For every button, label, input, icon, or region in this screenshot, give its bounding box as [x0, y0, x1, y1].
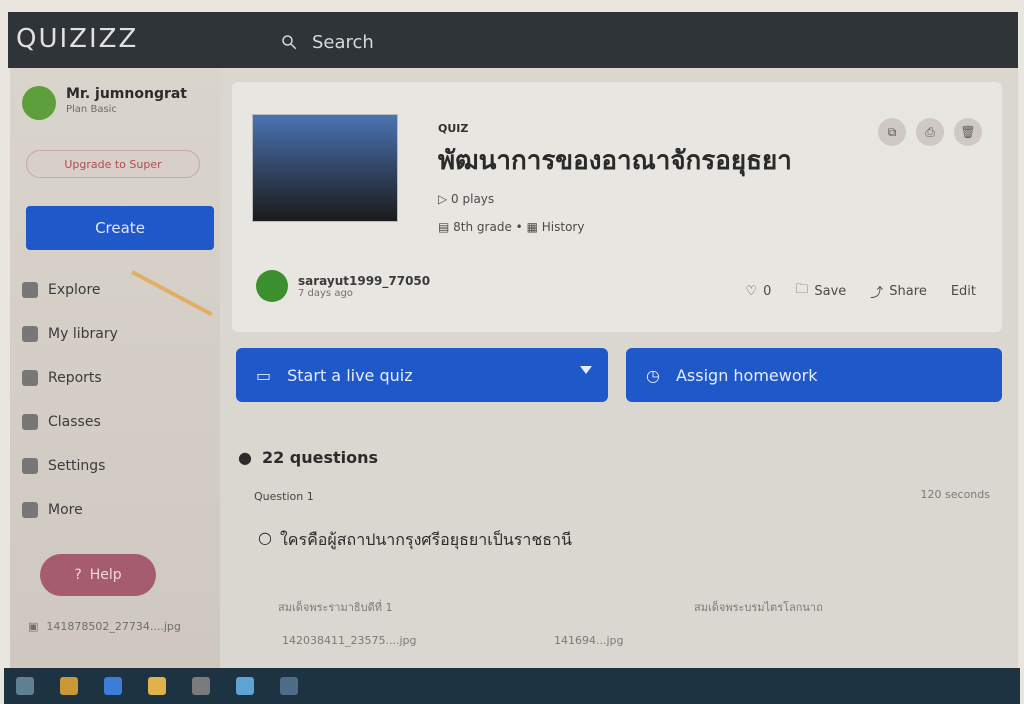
question-text: ○ ใครคือผู้สถาปนากรุงศรีอยุธยาเป็นราชธาน…	[258, 528, 572, 553]
save-button[interactable]: 🗀 Save	[795, 280, 846, 302]
like-button[interactable]: ♡ 0	[745, 284, 771, 299]
sidebar-item-label: Reports	[48, 370, 102, 386]
profile[interactable]: Mr. jumnongrat Plan Basic	[22, 86, 187, 120]
top-bar: QUIZIZZ Search	[8, 12, 1018, 68]
duplicate-icon[interactable]: ⧉	[878, 118, 906, 146]
compass-icon	[22, 282, 38, 298]
question-icon: ○	[258, 528, 272, 547]
sidebar-item-reports[interactable]: Reports	[22, 356, 118, 400]
grade-text: 8th grade	[453, 220, 512, 234]
folder-icon[interactable]	[148, 677, 166, 695]
share-button[interactable]: ⤴ Share	[870, 282, 927, 301]
author-name: sarayut1999_77050	[298, 273, 431, 288]
sidebar-item-classes[interactable]: Classes	[22, 400, 118, 444]
sidebar: Mr. jumnongrat Plan Basic Upgrade to Sup…	[10, 68, 220, 668]
print-icon[interactable]: ⎙	[916, 118, 944, 146]
help-button[interactable]: ? Help	[40, 554, 156, 596]
sidebar-item-settings[interactable]: Settings	[22, 444, 118, 488]
avatar	[22, 86, 56, 120]
taskbar	[4, 668, 1020, 704]
attachment-1[interactable]: 142038411_23575....jpg	[282, 634, 417, 647]
edge-icon[interactable]	[104, 677, 122, 695]
sidebar-item-label: Settings	[48, 458, 106, 474]
app-logo[interactable]: QUIZIZZ	[16, 24, 138, 54]
app-icon[interactable]	[192, 677, 210, 695]
quiz-label: QUIZ	[438, 122, 469, 135]
chart-icon	[22, 370, 38, 386]
sidebar-item-label: My library	[48, 326, 118, 342]
mail-icon[interactable]	[236, 677, 254, 695]
profile-plan: Plan Basic	[66, 104, 117, 115]
file-icon: ▣	[28, 620, 39, 633]
author-avatar	[256, 270, 288, 302]
sidebar-item-more[interactable]: More	[22, 488, 118, 532]
plays-count: ▷ 0 plays	[438, 192, 495, 206]
classes-icon	[22, 414, 38, 430]
sidebar-nav: Explore My library Reports Classes Setti…	[22, 268, 118, 532]
questions-count: 22 questions	[261, 448, 379, 467]
chevron-down-icon[interactable]	[580, 366, 592, 374]
chevron-down-icon	[22, 502, 38, 518]
subject-icon: ▦	[526, 220, 538, 234]
interaction-bar: ♡ 0 🗀 Save ⤴ Share Edit	[745, 280, 976, 302]
assign-homework-label: Assign homework	[675, 365, 818, 385]
sidebar-item-label: Classes	[48, 414, 101, 430]
sidebar-item-library[interactable]: My library	[22, 312, 118, 356]
help-icon: ?	[74, 567, 82, 583]
grade-icon: ▤	[438, 220, 450, 234]
quiz-card: QUIZ พัฒนาการของอาณาจักรอยุธยา ▷ 0 plays…	[232, 82, 1002, 332]
recent-file-label: 141878502_27734....jpg	[46, 620, 181, 633]
question-label: Question 1	[254, 490, 314, 503]
folder-icon: 🗀	[795, 282, 809, 297]
upgrade-button[interactable]: Upgrade to Super	[26, 150, 200, 178]
question-text-value: ใครคือผู้สถาปนากรุงศรีอยุธยาเป็นราชธานี	[279, 530, 572, 549]
heart-icon: ♡	[745, 283, 758, 299]
question-timer: 120 seconds	[920, 488, 990, 501]
sidebar-item-label: More	[48, 502, 83, 518]
save-label: Save	[814, 283, 847, 299]
sidebar-item-label: Explore	[48, 282, 101, 298]
start-live-quiz-button[interactable]: ▭ Start a live quiz	[236, 348, 608, 402]
quiz-meta: ▤ 8th grade • ▦ History	[438, 220, 584, 234]
briefcase-icon[interactable]	[60, 677, 78, 695]
assign-homework-button[interactable]: ◷ Assign homework	[626, 348, 1002, 402]
quiz-actions: ⧉ ⎙ 🗑	[878, 118, 982, 146]
quiz-thumbnail	[252, 114, 398, 222]
questions-heading: ● 22 questions	[238, 448, 378, 467]
search-bar[interactable]: Search	[280, 32, 374, 53]
presentation-icon: ▭	[256, 365, 272, 385]
author-info[interactable]: sarayut1999_77050 7 days ago	[256, 270, 430, 302]
create-button[interactable]: Create	[26, 206, 214, 250]
gear-icon	[22, 458, 38, 474]
clock-icon: ◷	[646, 365, 660, 385]
answer-option-2: สมเด็จพระบรมไตรโลกนาถ	[694, 601, 823, 614]
search-placeholder: Search	[312, 32, 374, 53]
plays-text: 0 plays	[451, 192, 495, 206]
author-when: 7 days ago	[298, 287, 353, 299]
profile-name: Mr. jumnongrat	[66, 86, 188, 102]
sidebar-item-explore[interactable]: Explore	[22, 268, 118, 312]
likes-count: 0	[763, 283, 772, 299]
questions-icon: ●	[238, 448, 252, 467]
start-icon[interactable]	[16, 677, 34, 695]
answer-option-1: สมเด็จพระรามาธิบดีที่ 1	[278, 601, 393, 614]
library-icon	[22, 326, 38, 342]
quiz-title: พัฒนาการของอาณาจักรอยุธยา	[438, 146, 792, 176]
main-content: QUIZ พัฒนาการของอาณาจักรอยุธยา ▷ 0 plays…	[220, 68, 1018, 668]
attachment-2[interactable]: 141694...jpg	[554, 634, 624, 647]
delete-icon[interactable]: 🗑	[954, 118, 982, 146]
share-label: Share	[889, 283, 927, 299]
recent-file[interactable]: ▣ 141878502_27734....jpg	[28, 620, 181, 633]
edit-button[interactable]: Edit	[951, 284, 976, 299]
edit-label: Edit	[950, 283, 976, 299]
search-icon	[280, 33, 300, 53]
separator: •	[515, 220, 523, 234]
help-label: Help	[89, 567, 122, 583]
share-icon: ⤴	[870, 285, 884, 301]
subject-text: History	[541, 220, 585, 234]
photos-icon[interactable]	[280, 677, 298, 695]
start-live-quiz-label: Start a live quiz	[287, 365, 413, 385]
